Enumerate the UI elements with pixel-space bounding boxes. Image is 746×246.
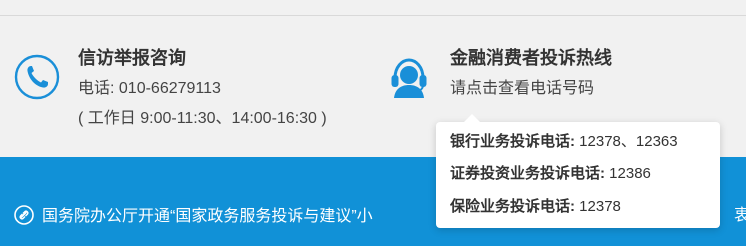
popup-value: 12378、12363 bbox=[579, 133, 678, 150]
notice-tail: 衷曲 bbox=[734, 207, 746, 224]
popup-row-securities: 证券投资业务投诉电话: 12386 bbox=[450, 164, 651, 184]
popup-label: 证券投资业务投诉电话: bbox=[450, 165, 605, 182]
headset-operator-icon bbox=[386, 54, 432, 100]
hotline-popup: 银行业务投诉电话: 12378、12363 证券投资业务投诉电话: 12386 … bbox=[436, 114, 720, 228]
popup-value: 12386 bbox=[609, 165, 651, 182]
top-divider bbox=[0, 15, 746, 16]
notice-link[interactable]: 国务院办公厅开通“国家政务服务投诉与建议”小 衷曲 bbox=[14, 205, 746, 228]
notice-text: 国务院办公厅开通“国家政务服务投诉与建议”小 bbox=[42, 208, 373, 225]
phone-handset-icon bbox=[14, 54, 60, 100]
popup-row-bank: 银行业务投诉电话: 12378、12363 bbox=[450, 132, 678, 152]
petition-title: 信访举报咨询 bbox=[78, 48, 186, 68]
popup-label: 银行业务投诉电话: bbox=[450, 133, 575, 150]
hotline-link[interactable]: 请点击查看电话号码 bbox=[450, 79, 612, 99]
popup-value: 12378 bbox=[579, 198, 621, 215]
popup-label: 保险业务投诉电话: bbox=[450, 198, 575, 215]
link-icon bbox=[14, 205, 34, 225]
petition-phone: 电话: 010-66279113 bbox=[78, 80, 221, 97]
popup-row-insurance: 保险业务投诉电话: 12378 bbox=[450, 197, 621, 217]
hotline-title: 金融消费者投诉热线 bbox=[450, 48, 612, 68]
petition-hours: ( 工作日 9:00-11:30、14:00-16:30 ) bbox=[78, 110, 327, 127]
